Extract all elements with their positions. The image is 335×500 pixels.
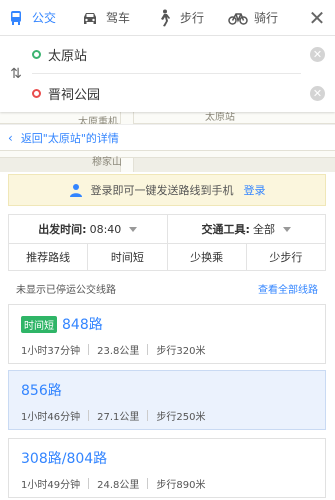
route-duration: 1小时46分钟 bbox=[21, 412, 81, 423]
chevron-left-icon: ‹ bbox=[8, 130, 13, 145]
view-all-lines-link[interactable]: 查看全部线路 bbox=[258, 281, 318, 296]
sort-shortest-time[interactable]: 时间短 bbox=[88, 244, 168, 270]
tab-bus[interactable]: 公交 bbox=[6, 0, 80, 36]
route-line-name: 308路/804路 bbox=[21, 451, 108, 467]
start-field[interactable]: 太原站 ✕ bbox=[32, 36, 325, 74]
car-icon bbox=[80, 10, 100, 26]
sort-recommended[interactable]: 推荐路线 bbox=[9, 244, 89, 270]
depart-time-select[interactable]: 出发时间: 08:40 bbox=[9, 215, 168, 243]
divider bbox=[147, 478, 149, 489]
results-panel: 登录即可一键发送路线到手机 登录 出发时间: 08:40 交通工具: 全部 推荐… bbox=[0, 172, 335, 500]
map-road bbox=[0, 150, 335, 158]
chevron-down-icon bbox=[129, 226, 138, 232]
user-icon bbox=[69, 183, 83, 197]
route-inputs: ⇅ 太原站 ✕ 晋祠公园 ✕ bbox=[0, 36, 335, 112]
route-option[interactable]: 308路/804路 1小时49分钟 24.8公里 步行890米 bbox=[8, 438, 326, 498]
divider bbox=[88, 410, 90, 421]
route-duration: 1小时49分钟 bbox=[21, 480, 81, 491]
route-distance: 23.8公里 bbox=[97, 346, 140, 357]
filter-bar: 出发时间: 08:40 交通工具: 全部 bbox=[8, 214, 326, 244]
login-banner: 登录即可一键发送路线到手机 登录 bbox=[8, 174, 326, 206]
bus-icon bbox=[6, 10, 26, 26]
route-walk: 步行250米 bbox=[156, 412, 206, 423]
route-distance: 27.1公里 bbox=[97, 412, 140, 423]
tab-label: 步行 bbox=[180, 11, 205, 25]
walk-icon bbox=[154, 9, 174, 26]
route-distance: 24.8公里 bbox=[97, 480, 140, 491]
divider bbox=[147, 344, 149, 355]
travel-mode-tabs: 公交 驾车 步行 骑行 bbox=[0, 0, 335, 36]
divider bbox=[88, 478, 90, 489]
transport-mode-value: 全部 bbox=[252, 223, 275, 236]
back-link-text: 返回"太原站"的详情 bbox=[20, 131, 119, 145]
start-dot-icon bbox=[32, 50, 41, 59]
tab-walk[interactable]: 步行 bbox=[154, 0, 228, 36]
login-banner-text: 登录即可一键发送路线到手机 bbox=[90, 184, 234, 197]
tab-bike[interactable]: 骑行 bbox=[228, 0, 302, 36]
sort-fewest-transfers[interactable]: 少换乘 bbox=[168, 244, 247, 270]
route-line-name: 856路 bbox=[21, 383, 62, 399]
close-icon[interactable]: ✕ bbox=[307, 8, 327, 28]
fastest-badge: 时间短 bbox=[21, 315, 57, 333]
bike-icon bbox=[228, 10, 248, 26]
route-duration: 1小时37分钟 bbox=[21, 346, 81, 357]
chevron-down-icon bbox=[282, 226, 291, 232]
route-walk: 步行890米 bbox=[156, 480, 206, 491]
end-field[interactable]: 晋祠公园 ✕ bbox=[32, 74, 325, 112]
suspended-lines-note: 未显示已停运公交线路 查看全部线路 bbox=[8, 276, 326, 300]
map-road bbox=[0, 110, 335, 124]
sort-least-walking[interactable]: 少步行 bbox=[247, 244, 325, 270]
route-line-name: 848路 bbox=[62, 317, 103, 333]
tab-label: 驾车 bbox=[106, 11, 131, 25]
clear-start-icon[interactable]: ✕ bbox=[310, 47, 325, 62]
route-walk: 步行320米 bbox=[156, 346, 206, 357]
back-to-details-link[interactable]: ‹ 返回"太原站"的详情 bbox=[0, 124, 335, 150]
sort-options: 推荐路线 时间短 少换乘 少步行 bbox=[8, 243, 326, 271]
swap-icon[interactable]: ⇅ bbox=[8, 64, 24, 84]
start-value: 太原站 bbox=[48, 49, 88, 64]
tab-label: 公交 bbox=[32, 11, 57, 25]
divider bbox=[147, 410, 149, 421]
login-link[interactable]: 登录 bbox=[244, 182, 266, 198]
note-text: 未显示已停运公交线路 bbox=[16, 284, 116, 296]
end-dot-icon bbox=[32, 88, 41, 98]
depart-time-value: 08:40 bbox=[89, 222, 122, 236]
transport-mode-label: 交通工具: bbox=[201, 223, 250, 236]
map-label: 穆家山 bbox=[92, 157, 122, 168]
depart-time-label: 出发时间: bbox=[38, 223, 87, 236]
route-option[interactable]: 856路 1小时46分钟 27.1公里 步行250米 bbox=[8, 370, 326, 430]
divider bbox=[88, 344, 90, 355]
clear-end-icon[interactable]: ✕ bbox=[310, 85, 325, 101]
tab-label: 骑行 bbox=[254, 11, 279, 25]
end-value: 晋祠公园 bbox=[48, 87, 101, 103]
route-search-card: 公交 驾车 步行 骑行 ✕ ⇅ 太原站 ✕ 晋祠公园 ✕ bbox=[0, 0, 335, 112]
transport-mode-select[interactable]: 交通工具: 全部 bbox=[168, 215, 326, 243]
tab-car[interactable]: 驾车 bbox=[80, 0, 154, 36]
route-option[interactable]: 时间短 848路 1小时37分钟 23.8公里 步行320米 bbox=[8, 304, 326, 364]
